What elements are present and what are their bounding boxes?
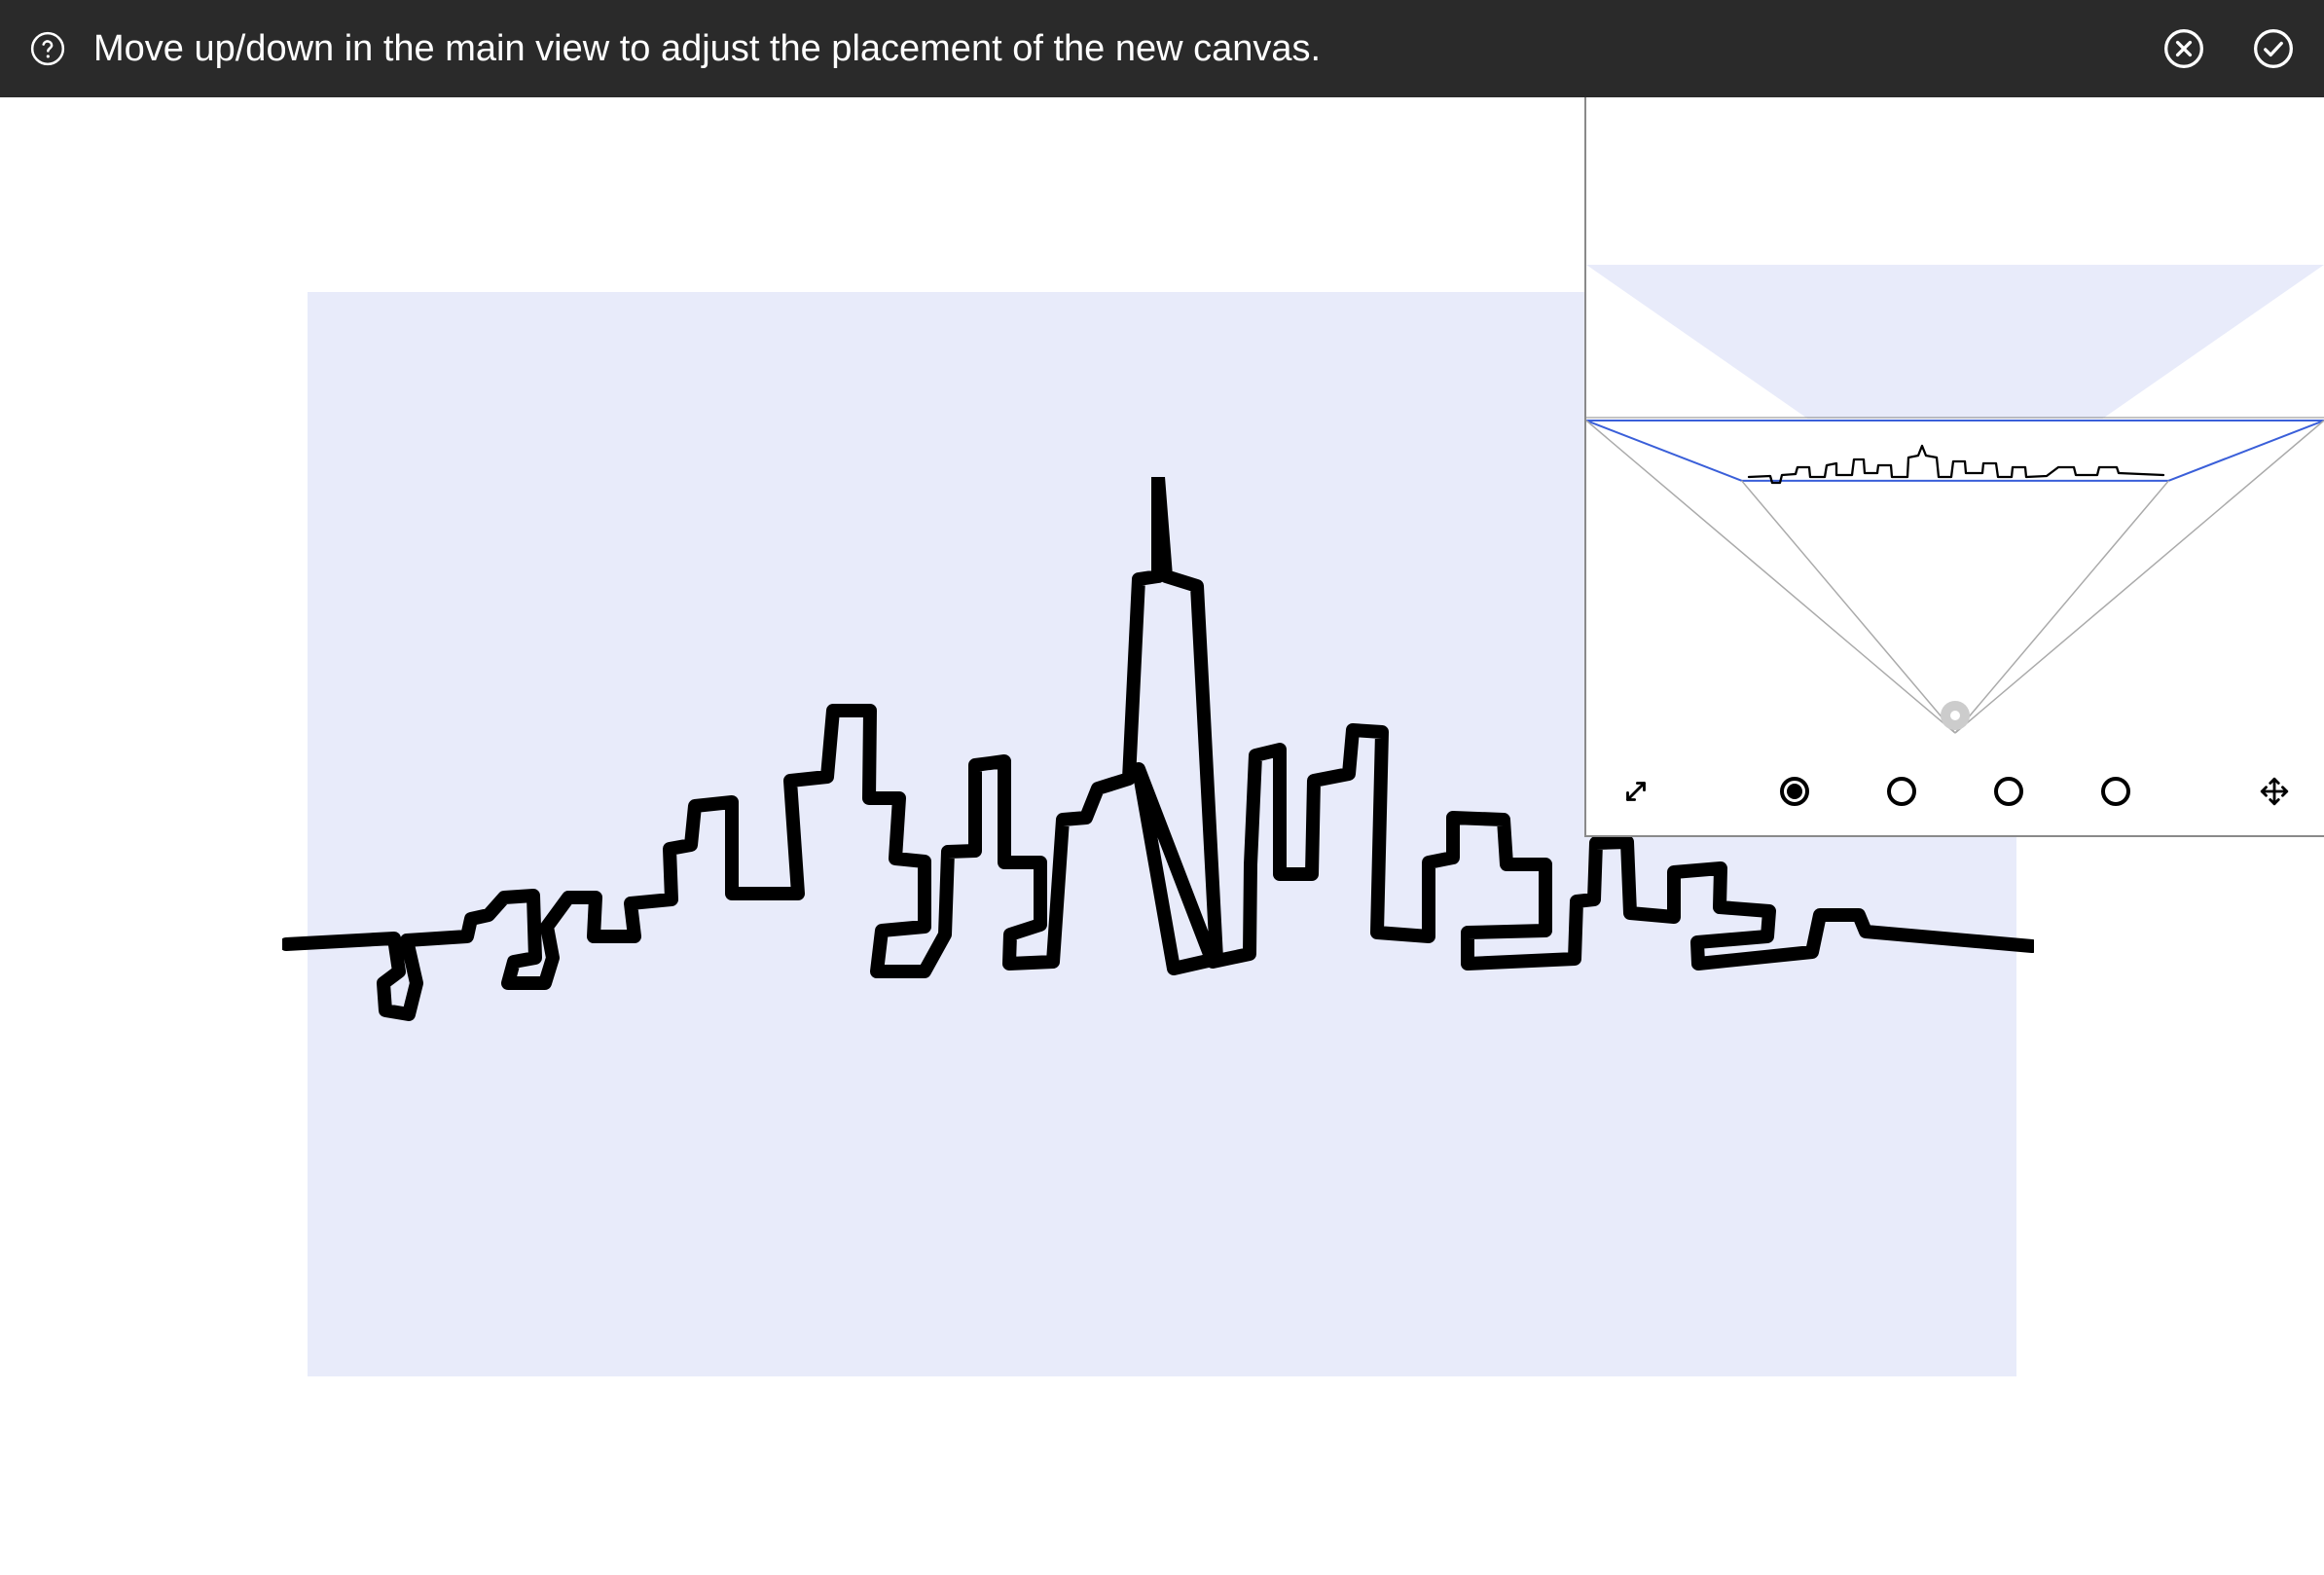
- camera-indicator: [1941, 701, 1970, 730]
- view-mode-radios: [1780, 777, 2130, 806]
- expand-icon[interactable]: [1616, 771, 1656, 812]
- perspective-grid: [1586, 97, 2324, 748]
- preview-skyline-thumb: [1747, 444, 2165, 491]
- help-icon[interactable]: [29, 30, 66, 67]
- perspective-controls: [1586, 748, 2324, 835]
- cancel-button[interactable]: [2162, 27, 2205, 70]
- instruction-text: Move up/down in the main view to adjust …: [93, 28, 2116, 70]
- perspective-preview[interactable]: [1586, 97, 2324, 748]
- main-canvas-area[interactable]: [0, 97, 2324, 1575]
- move-icon[interactable]: [2254, 771, 2295, 812]
- perspective-panel: [1584, 97, 2324, 837]
- confirm-button[interactable]: [2252, 27, 2295, 70]
- view-mode-2[interactable]: [1887, 777, 1916, 806]
- top-instruction-bar: Move up/down in the main view to adjust …: [0, 0, 2324, 97]
- view-mode-4[interactable]: [2101, 777, 2130, 806]
- view-mode-3[interactable]: [1994, 777, 2023, 806]
- view-mode-1[interactable]: [1780, 777, 1809, 806]
